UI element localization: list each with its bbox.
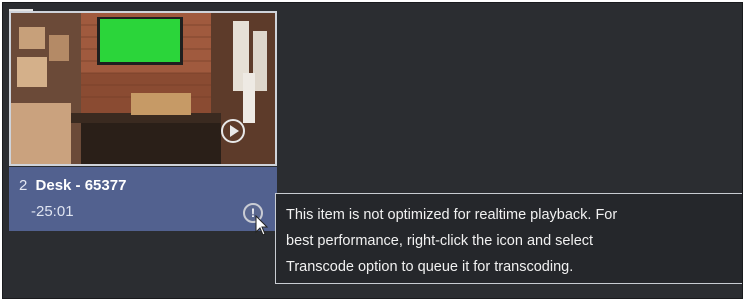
tooltip-line: This item is not optimized for realtime … [286,207,618,223]
tooltip-line: Transcode option to queue it for transco… [286,259,574,275]
thumbnail-image [11,13,275,164]
media-pool-panel: 2 Desk - 65377 -25:01 ! This item is not… [2,2,743,299]
clip-index: 2 [19,177,28,194]
clip-info-bar[interactable]: 2 Desk - 65377 -25:01 ! [9,167,277,231]
clip-duration: -25:01 [31,203,74,220]
clip-title: Desk - 65377 [35,177,127,194]
clip-title-line: 2 Desk - 65377 [19,177,126,194]
media-clip-card[interactable]: 2 Desk - 65377 -25:01 ! [9,11,277,231]
tooltip-line: best performance, right-click the icon a… [286,233,594,249]
mouse-pointer-icon [255,215,269,236]
clip-thumbnail[interactable] [9,11,277,166]
optimization-tooltip: This item is not optimized for realtime … [275,193,742,284]
